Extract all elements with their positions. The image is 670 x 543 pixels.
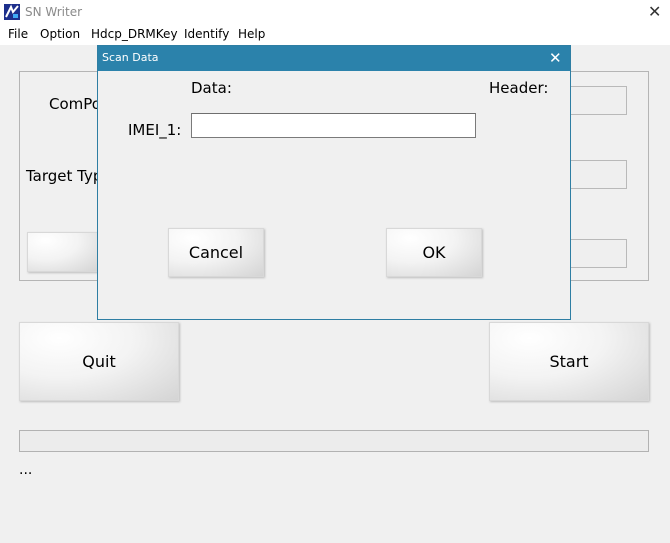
quit-button[interactable]: Quit — [19, 322, 179, 401]
dialog-close-icon[interactable]: ✕ — [549, 49, 562, 67]
target-type-field[interactable] — [570, 160, 627, 189]
menu-bar: File Option Hdcp_DRMKey Identify Help — [0, 26, 670, 45]
cancel-button[interactable]: Cancel — [168, 228, 264, 277]
menu-option[interactable]: Option — [40, 27, 80, 41]
imei-1-label: IMEI_1: — [128, 121, 182, 139]
start-button[interactable]: Start — [489, 322, 649, 401]
imei-1-input[interactable] — [191, 113, 476, 138]
db-path-field[interactable] — [570, 239, 627, 268]
menu-hdcp-drmkey[interactable]: Hdcp_DRMKey — [91, 27, 178, 41]
menu-help[interactable]: Help — [238, 27, 265, 41]
scan-data-dialog: Scan Data ✕ Data: Header: IMEI_1: Cancel… — [97, 45, 571, 320]
window-title-bar: SN Writer ✕ — [0, 0, 670, 26]
cancel-button-label: Cancel — [188, 243, 244, 262]
quit-button-label: Quit — [82, 352, 116, 371]
progress-bar — [19, 430, 649, 452]
system-config-button[interactable] — [27, 232, 99, 272]
ok-button-label: OK — [422, 243, 446, 262]
window-close-icon[interactable]: ✕ — [648, 2, 661, 21]
menu-identify[interactable]: Identify — [184, 27, 229, 41]
sn-writer-app-icon — [4, 4, 20, 20]
com-port-field[interactable] — [570, 86, 627, 115]
target-type-label: Target Typ — [26, 167, 103, 185]
ok-button[interactable]: OK — [386, 228, 482, 277]
dialog-title: Scan Data — [102, 51, 159, 64]
window-title: SN Writer — [25, 5, 83, 19]
header-column-label: Header: — [489, 79, 549, 97]
menu-file[interactable]: File — [8, 27, 28, 41]
data-column-label: Data: — [191, 79, 232, 97]
start-button-label: Start — [549, 352, 589, 371]
status-text: ... — [19, 462, 33, 478]
dialog-title-bar: Scan Data ✕ — [98, 46, 570, 71]
com-port-label: ComPo — [49, 95, 101, 113]
